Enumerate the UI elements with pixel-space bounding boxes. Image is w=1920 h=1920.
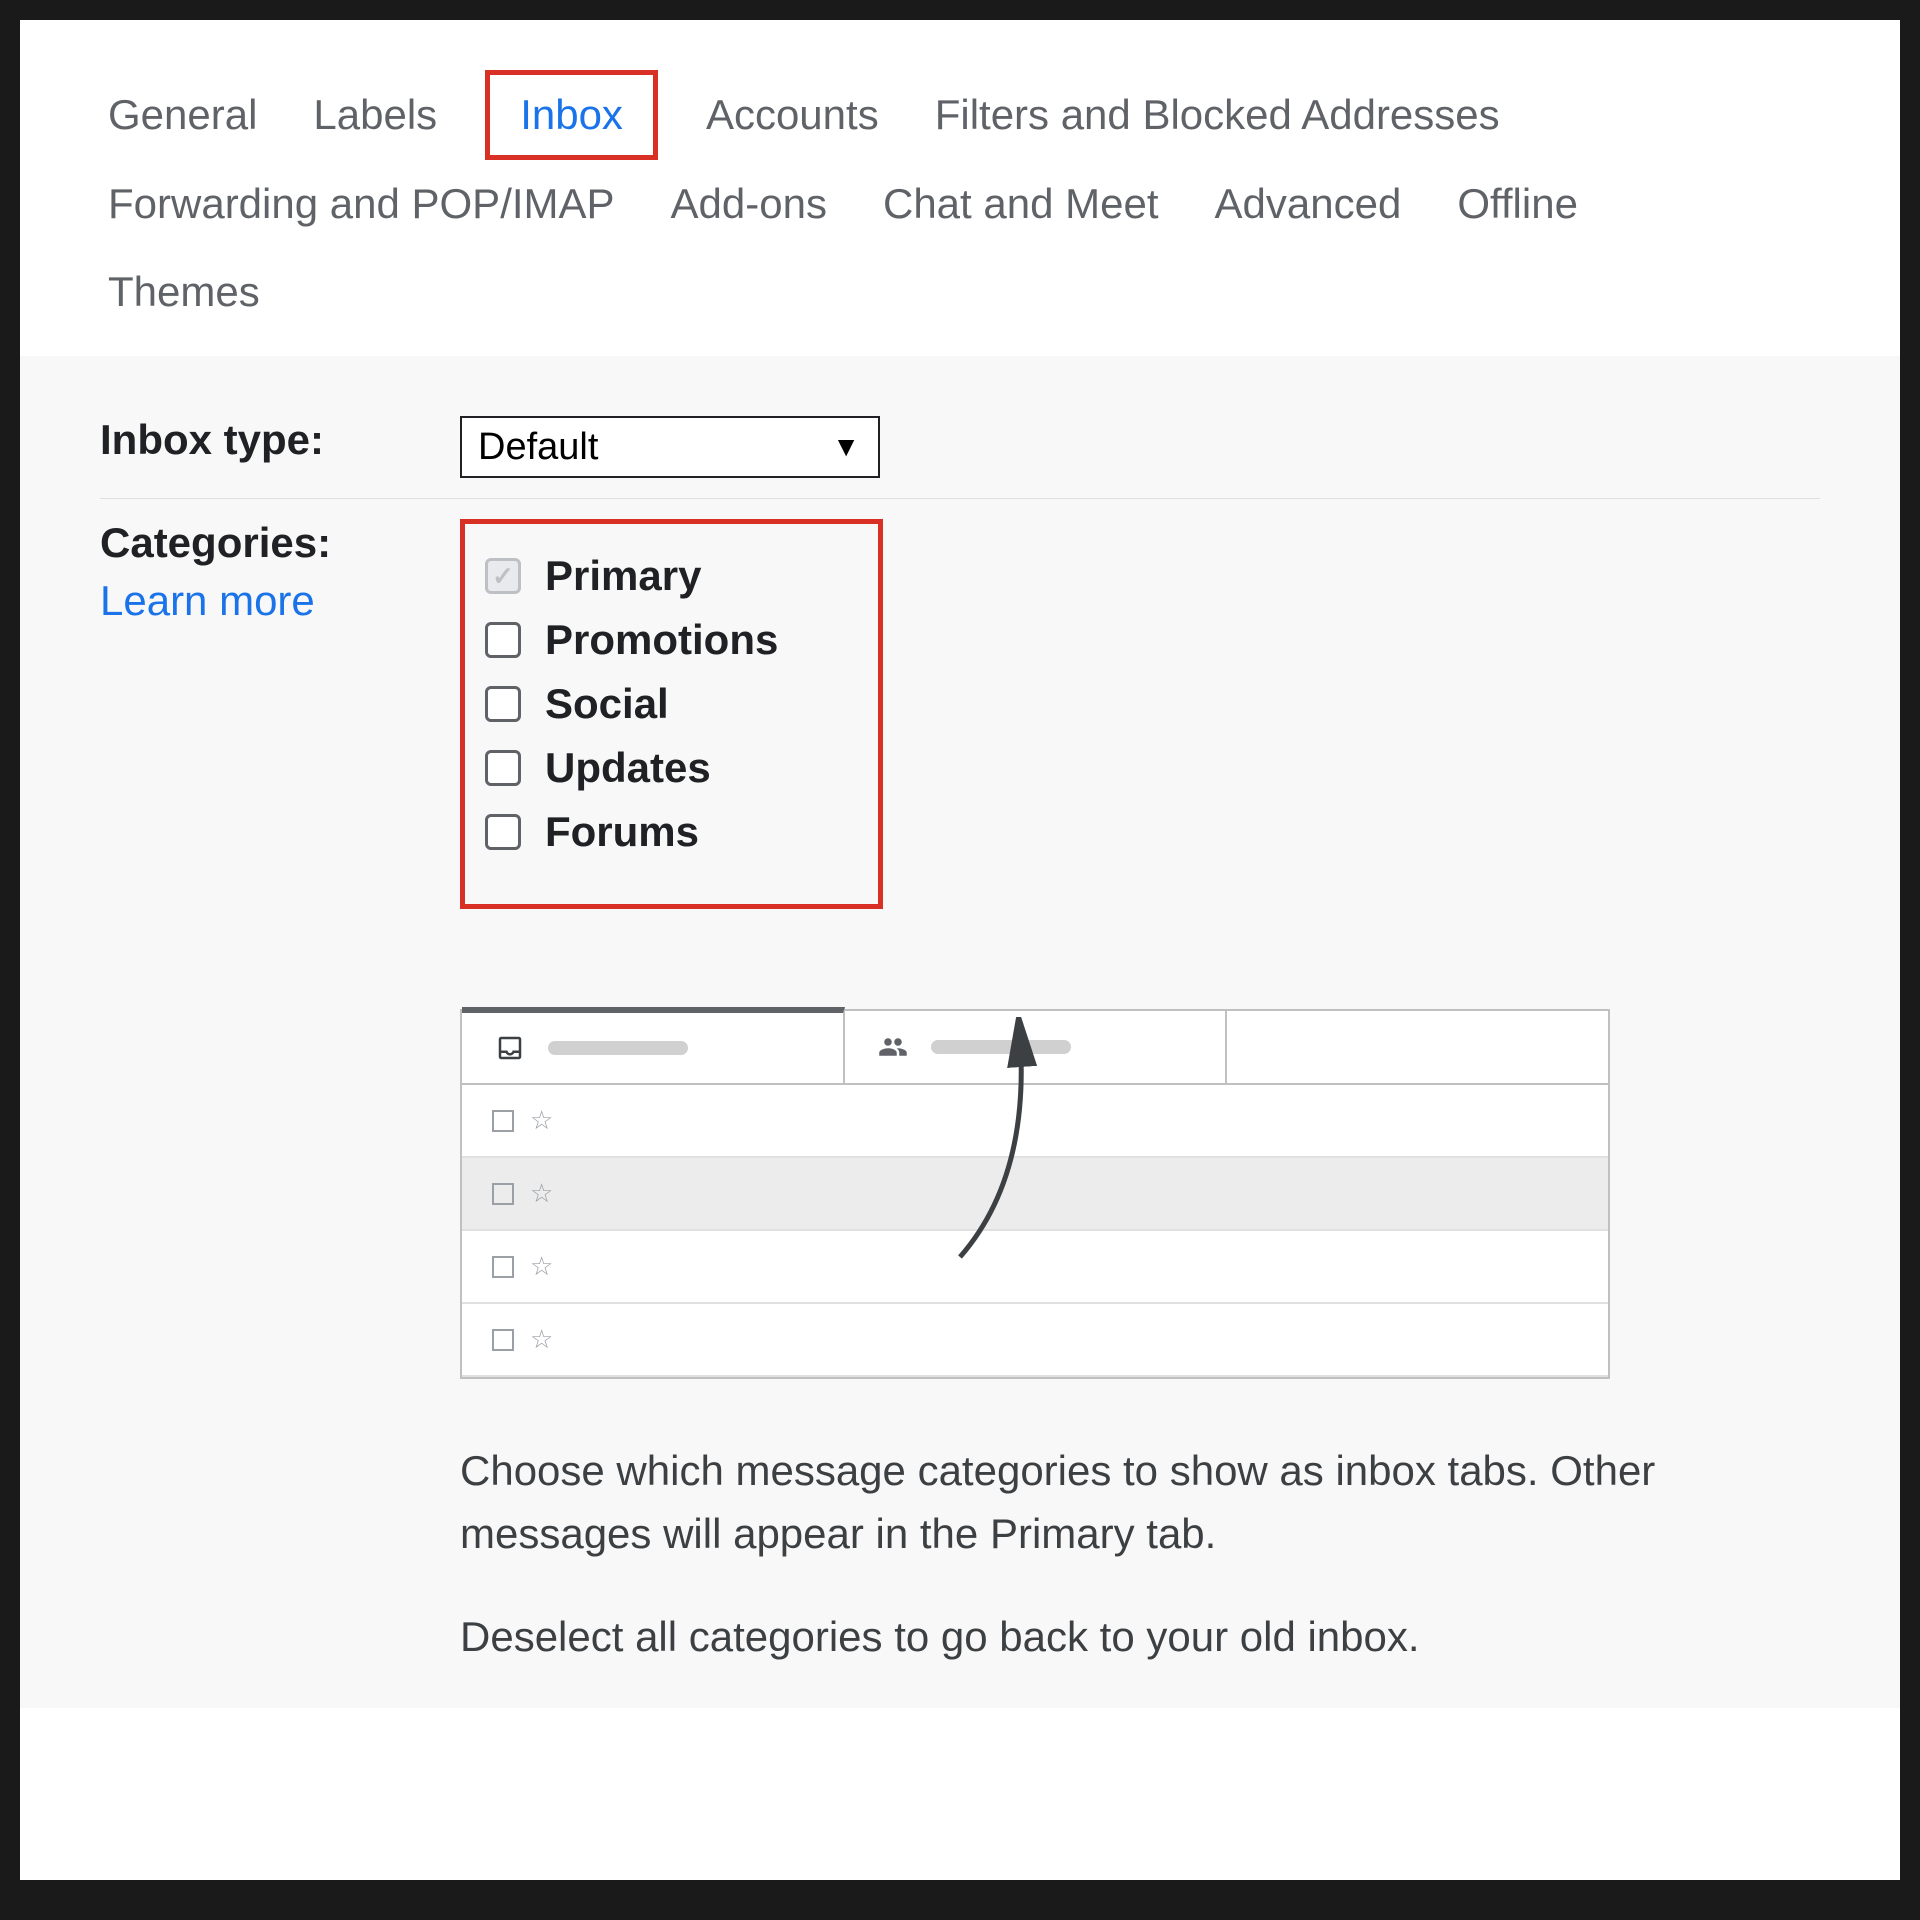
category-updates: Updates	[485, 736, 778, 800]
category-label: Promotions	[545, 616, 778, 664]
checkbox-updates[interactable]	[485, 750, 521, 786]
checkbox-icon	[492, 1183, 514, 1205]
categories-highlight-box: Primary Promotions Social Updates Forums	[460, 519, 883, 909]
preview-row: ☆	[462, 1231, 1608, 1304]
tab-labels[interactable]: Labels	[305, 71, 445, 159]
star-icon: ☆	[530, 1105, 553, 1136]
description-text-1: Choose which message categories to show …	[460, 1439, 1660, 1565]
description-text-2: Deselect all categories to go back to yo…	[460, 1605, 1660, 1668]
category-label: Social	[545, 680, 669, 728]
categories-label: Categories:	[100, 519, 331, 566]
preview-row: ☆	[462, 1304, 1608, 1377]
star-icon: ☆	[530, 1251, 553, 1282]
tab-advanced[interactable]: Advanced	[1207, 160, 1410, 248]
checkbox-primary	[485, 558, 521, 594]
tab-offline[interactable]: Offline	[1449, 160, 1586, 248]
tab-inbox[interactable]: Inbox	[485, 70, 658, 160]
people-icon	[875, 1032, 911, 1062]
preview-row: ☆	[462, 1158, 1608, 1231]
tab-themes[interactable]: Themes	[100, 248, 268, 336]
tab-general[interactable]: General	[100, 71, 265, 159]
checkbox-social[interactable]	[485, 686, 521, 722]
category-primary: Primary	[485, 544, 778, 608]
category-label: Primary	[545, 552, 701, 600]
tab-filters[interactable]: Filters and Blocked Addresses	[927, 71, 1508, 159]
tab-forwarding[interactable]: Forwarding and POP/IMAP	[100, 160, 623, 248]
inbox-type-select[interactable]: Default	[460, 416, 880, 478]
preview-tab-primary	[462, 1007, 845, 1083]
tab-accounts[interactable]: Accounts	[698, 71, 887, 159]
checkbox-icon	[492, 1256, 514, 1278]
settings-tabs: General Labels Inbox Accounts Filters an…	[20, 20, 1900, 356]
tab-chat[interactable]: Chat and Meet	[875, 160, 1167, 248]
star-icon: ☆	[530, 1178, 553, 1209]
tab-addons[interactable]: Add-ons	[663, 160, 835, 248]
category-forums: Forums	[485, 800, 778, 864]
category-label: Forums	[545, 808, 699, 856]
inbox-type-label: Inbox type:	[100, 416, 324, 463]
star-icon: ☆	[530, 1324, 553, 1355]
preview-row: ☆	[462, 1085, 1608, 1158]
learn-more-link[interactable]: Learn more	[100, 577, 400, 625]
inbox-preview: ☆ ☆ ☆ ☆	[460, 1009, 1820, 1379]
checkbox-icon	[492, 1329, 514, 1351]
checkbox-promotions[interactable]	[485, 622, 521, 658]
category-social: Social	[485, 672, 778, 736]
category-promotions: Promotions	[485, 608, 778, 672]
checkbox-icon	[492, 1110, 514, 1132]
inbox-icon	[492, 1033, 528, 1063]
preview-tab-social	[845, 1011, 1228, 1083]
category-label: Updates	[545, 744, 711, 792]
checkbox-forums[interactable]	[485, 814, 521, 850]
preview-tab-empty	[1227, 1011, 1608, 1083]
